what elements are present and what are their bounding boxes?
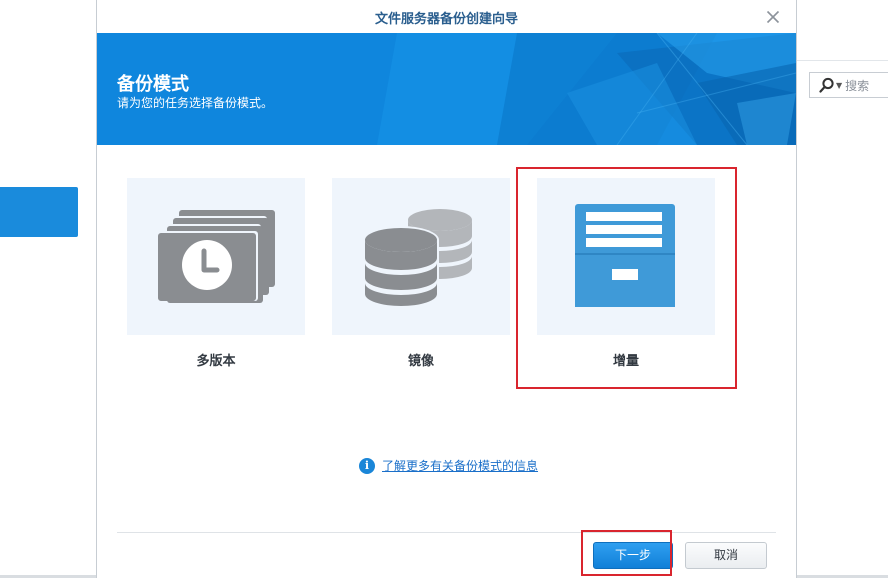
search-dropdown-caret-icon[interactable]: ▼ [836,81,842,90]
multi-version-clock-icon [158,210,275,303]
info-icon: i [359,457,375,474]
banner-subtitle: 请为您的任务选择备份模式。 [117,96,274,110]
option-label-mirror[interactable]: 镜像 [332,350,510,369]
close-icon[interactable] [766,9,780,24]
banner-title: 备份模式 [117,74,189,95]
option-card-multi-version[interactable] [127,178,305,335]
backup-wizard-dialog: 文件服务器备份创建向导 备份模式 请为您的任务选择备份模式。 多版本 镜像 增量… [96,0,797,578]
cancel-button[interactable]: 取消 [685,542,767,569]
background-divider [797,60,888,61]
info-link-row: i 了解更多有关备份模式的信息 [359,457,538,474]
learn-more-link[interactable]: 了解更多有关备份模式的信息 [382,457,538,474]
search-placeholder: 搜索 [845,78,870,93]
header-banner: 备份模式 请为您的任务选择备份模式。 [97,33,796,145]
option-card-mirror[interactable] [332,178,510,335]
footer-divider [117,532,776,533]
search-icon[interactable] [816,73,838,97]
background-left-panel [0,0,96,578]
background-selected-nav-item[interactable] [0,187,78,237]
selection-highlight-box [516,167,737,389]
next-button-highlight-box [581,530,672,576]
option-label-multi-version[interactable]: 多版本 [127,350,305,369]
search-input[interactable]: ▼ 搜索 [809,72,888,98]
dialog-title: 文件服务器备份创建向导 [374,12,518,27]
dialog-titlebar[interactable]: 文件服务器备份创建向导 [97,0,796,33]
mirror-database-icon [363,209,472,308]
banner-background-pattern [97,33,796,145]
